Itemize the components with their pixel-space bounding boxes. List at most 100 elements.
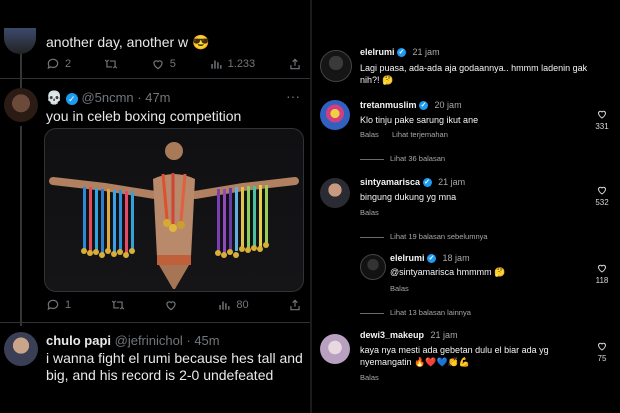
tweet-actions: 2 5 1.233 bbox=[46, 57, 302, 71]
like-button[interactable]: 5 bbox=[151, 57, 176, 71]
thread-line bbox=[20, 52, 22, 88]
avatar[interactable] bbox=[4, 332, 38, 366]
heart-icon bbox=[597, 264, 607, 273]
retweet-icon bbox=[104, 59, 118, 69]
tweet-header: 💀 ✓ @5ncmn · 47m bbox=[46, 90, 171, 106]
views-button[interactable]: 1.233 bbox=[209, 57, 256, 71]
comment-username[interactable]: tretanmuslim ✓ 20 jam bbox=[360, 100, 462, 111]
like-count: 118 bbox=[595, 276, 609, 285]
heart-icon bbox=[153, 60, 163, 70]
reply-icon bbox=[47, 58, 59, 70]
reply-link[interactable]: Balas bbox=[360, 130, 379, 139]
avatar[interactable] bbox=[320, 100, 350, 130]
share-icon bbox=[290, 58, 300, 70]
tweet-display-name[interactable]: chulo papi bbox=[46, 333, 111, 348]
tweet-time[interactable]: · 47m bbox=[137, 90, 170, 105]
share-button[interactable] bbox=[288, 57, 302, 71]
avatar[interactable] bbox=[320, 50, 352, 82]
reply-count: 1 bbox=[65, 299, 72, 311]
tweet-time[interactable]: · 45m bbox=[186, 333, 219, 348]
tweet-header: chulo papi @jefrinichol · 45m bbox=[46, 333, 220, 348]
like-count: 331 bbox=[595, 122, 609, 131]
reply-link[interactable]: Balas bbox=[360, 373, 379, 382]
comment-time: 21 jam bbox=[438, 177, 466, 187]
verified-icon: ✓ bbox=[419, 101, 429, 111]
comment-like[interactable]: 75 bbox=[592, 340, 612, 363]
comment-text: @sintyamarisca hmmmm 🤔 bbox=[390, 267, 506, 277]
reply-button[interactable]: 2 bbox=[46, 57, 71, 71]
twitter-thread-panel: another day, another w 😎 2 5 1.233 💀 ✓ @… bbox=[0, 0, 310, 413]
comment-text: nih?! 🤔 bbox=[360, 75, 394, 85]
views-button[interactable]: 80 bbox=[217, 298, 249, 312]
comment-like[interactable]: 532 bbox=[592, 184, 612, 207]
tweet-handle[interactable]: @5ncmn bbox=[81, 90, 133, 105]
avatar[interactable] bbox=[320, 178, 350, 208]
heart-icon bbox=[597, 342, 607, 351]
separator bbox=[0, 78, 310, 79]
comment-username[interactable]: elelrumi ✓ 21 jam bbox=[360, 47, 440, 58]
reply-link[interactable]: Balas bbox=[390, 284, 409, 293]
tweet-text: you in celeb boxing competition bbox=[46, 108, 242, 124]
comment-like[interactable]: 331 bbox=[592, 108, 612, 131]
comment-username[interactable]: sintyamarisca ✓ 21 jam bbox=[360, 177, 466, 188]
view-replies-link[interactable]: Lihat 36 balasan bbox=[360, 154, 445, 163]
comment-time: 20 jam bbox=[434, 100, 462, 110]
translate-link[interactable]: Lihat terjemahan bbox=[392, 130, 448, 139]
share-icon bbox=[290, 299, 300, 311]
comment-username[interactable]: dewi3_makeup 21 jam bbox=[360, 330, 458, 340]
views-icon bbox=[210, 60, 222, 69]
comment-text: bingung dukung yg mna bbox=[360, 192, 457, 202]
reply-link[interactable]: Balas bbox=[360, 208, 379, 217]
reply-count: 2 bbox=[65, 58, 72, 70]
tweet-text-line-1: i wanna fight el rumi because hes tall a… bbox=[46, 350, 303, 366]
tweet-text: another day, another w 😎 bbox=[46, 34, 210, 50]
view-replies-link[interactable]: Lihat 13 balasan lainnya bbox=[360, 308, 471, 317]
avatar[interactable] bbox=[320, 334, 350, 364]
like-count: 5 bbox=[169, 58, 176, 70]
thread-rule bbox=[360, 158, 384, 160]
skull-icon: 💀 bbox=[46, 90, 63, 105]
comment-like[interactable]: 118 bbox=[592, 262, 612, 285]
comment-text: kaya nya mesti ada gebetan dulu el biar … bbox=[360, 345, 549, 355]
retweet-button[interactable] bbox=[111, 298, 125, 312]
comment-text: nyemangatin 🔥❤️💙👏💪 bbox=[360, 357, 471, 367]
view-replies-link[interactable]: Lihat 19 balasan sebelumnya bbox=[360, 232, 488, 241]
retweet-button[interactable] bbox=[104, 57, 118, 71]
comment-username[interactable]: elelrumi ✓ 18 jam bbox=[390, 253, 470, 264]
more-options-icon[interactable]: ··· bbox=[286, 88, 300, 104]
verified-icon: ✓ bbox=[422, 178, 432, 188]
instagram-comments-panel: elelrumi ✓ 21 jam Lagi puasa, ada-ada aj… bbox=[312, 0, 620, 413]
comment-time: 21 jam bbox=[412, 47, 440, 57]
heart-icon bbox=[597, 186, 607, 195]
thread-line bbox=[20, 126, 22, 326]
avatar[interactable] bbox=[4, 28, 36, 54]
separator bbox=[0, 322, 310, 323]
view-count: 80 bbox=[236, 299, 249, 311]
tweet-handle[interactable]: @jefrinichol bbox=[115, 333, 183, 348]
share-button[interactable] bbox=[288, 298, 302, 312]
verified-icon: ✓ bbox=[397, 48, 407, 58]
verified-icon: ✓ bbox=[427, 254, 437, 264]
thread-rule bbox=[360, 312, 384, 314]
views-icon bbox=[219, 301, 230, 310]
comment-text: Lagi puasa, ada-ada aja godaannya.. hmmm… bbox=[360, 63, 588, 73]
tweet-image[interactable] bbox=[44, 128, 304, 292]
reply-button[interactable]: 1 bbox=[46, 298, 71, 312]
tweet-actions: 1 80 bbox=[46, 298, 302, 312]
like-count: 532 bbox=[595, 198, 609, 207]
swimmer-with-medals-image bbox=[49, 142, 299, 289]
comment-time: 18 jam bbox=[442, 253, 470, 263]
heart-icon bbox=[597, 110, 607, 119]
avatar[interactable] bbox=[360, 254, 386, 280]
thread-rule bbox=[360, 236, 384, 238]
comment-time: 21 jam bbox=[430, 330, 458, 340]
heart-icon bbox=[166, 301, 176, 311]
verified-icon: ✓ bbox=[65, 92, 78, 105]
view-count: 1.233 bbox=[227, 58, 256, 70]
retweet-icon bbox=[111, 300, 124, 310]
comment-text: Klo tinju pake sarung ikut ane bbox=[360, 115, 479, 125]
avatar[interactable] bbox=[4, 88, 38, 122]
like-button[interactable] bbox=[164, 298, 178, 312]
reply-icon bbox=[47, 299, 59, 311]
tweet-text-line-2: big, and his record is 2-0 undefeated bbox=[46, 367, 274, 383]
